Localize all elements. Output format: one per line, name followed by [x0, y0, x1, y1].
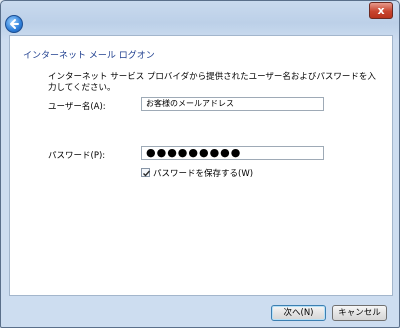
password-input[interactable]: ●●●●●●●●● — [141, 146, 324, 160]
title-bar: x — [1, 1, 399, 27]
checkmark-icon — [143, 170, 151, 177]
close-icon: x — [377, 4, 385, 17]
wizard-content-panel: インターネット メール ログオン インターネット サービス プロバイダから提供さ… — [9, 35, 393, 296]
next-button[interactable]: 次へ(N) — [271, 305, 326, 321]
cancel-button[interactable]: キャンセル — [332, 305, 387, 321]
remember-password-checkbox[interactable] — [141, 168, 151, 177]
button-bar: 次へ(N) キャンセル — [1, 295, 399, 327]
password-label: パスワード(P): — [48, 151, 106, 161]
username-input[interactable]: お客様のメールアドレス — [141, 97, 324, 111]
close-button[interactable]: x — [369, 2, 393, 19]
back-button[interactable] — [5, 15, 23, 33]
dialog-window: x インターネット メール ログオン インターネット サービス プロバイダから提… — [0, 0, 400, 328]
username-label: ユーザー名(A): — [48, 102, 106, 112]
page-title: インターネット メール ログオン — [23, 51, 155, 61]
remember-password-label[interactable]: パスワードを保存する(W) — [153, 167, 253, 179]
back-arrow-icon — [10, 19, 19, 29]
instructions-text: インターネット サービス プロバイダから提供されたユーザー名およびパスワードを入… — [48, 72, 376, 93]
